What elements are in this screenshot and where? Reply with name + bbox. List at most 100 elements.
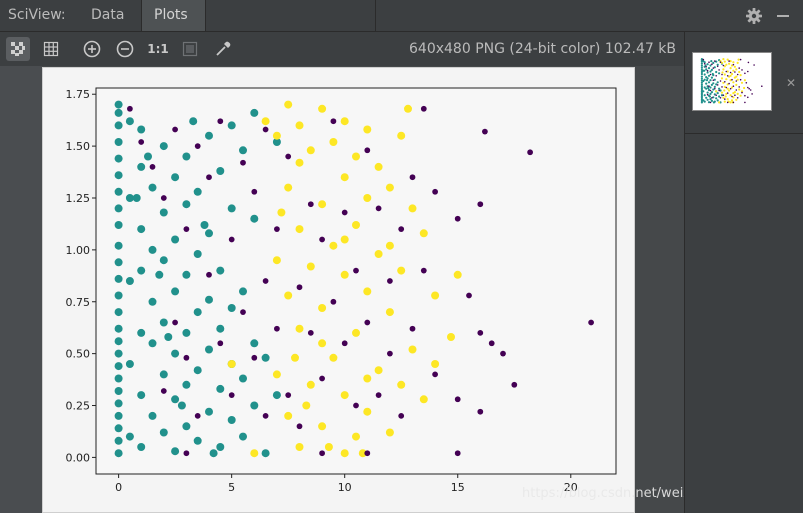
scatter-point — [137, 391, 146, 400]
tab-separator — [375, 0, 376, 31]
scatter-point — [454, 396, 461, 403]
scatter-point — [722, 64, 725, 67]
scatter-point — [734, 94, 736, 96]
scatter-point — [272, 370, 281, 379]
scatter-point — [375, 392, 382, 398]
scatter-point — [182, 380, 191, 389]
scatter-point — [374, 162, 383, 171]
scatter-point — [159, 428, 168, 437]
scatter-point — [710, 68, 713, 71]
scatter-point — [711, 97, 713, 99]
scatter-point — [732, 85, 735, 87]
scatter-point — [200, 221, 209, 229]
scatter-point — [319, 375, 325, 382]
scatter-point — [713, 85, 716, 88]
scatter-point — [291, 353, 299, 362]
scatter-point — [159, 370, 168, 379]
scatter-point — [364, 147, 371, 154]
grid-button[interactable] — [39, 37, 63, 61]
scatter-point — [172, 126, 178, 133]
tab-data[interactable]: Data — [78, 0, 137, 31]
scatter-point — [206, 174, 212, 181]
minimize-icon[interactable] — [774, 7, 792, 25]
scatter-point — [159, 256, 168, 265]
scatter-point — [189, 117, 198, 126]
panel-divider — [684, 133, 803, 134]
plot-image[interactable]: 0 5 10 15 20 0.00 0.25 0.50 0.75 1.00 1.25 1.50 1.75 — [42, 67, 635, 513]
scatter-point — [284, 100, 293, 109]
scatter-point — [374, 366, 383, 375]
scatter-point — [284, 183, 293, 192]
scatter-point — [454, 215, 461, 222]
scatter-point — [375, 205, 382, 212]
scatter-point — [718, 87, 721, 90]
scatter-point — [715, 90, 718, 93]
scatter-point — [730, 99, 734, 102]
scatter-point — [385, 428, 394, 437]
scatter-point — [164, 333, 173, 341]
scatter-point — [363, 125, 372, 134]
scatter-point — [306, 262, 315, 271]
scatter-point — [160, 388, 167, 394]
scatter-point — [295, 324, 304, 333]
zoom-in-button[interactable] — [80, 37, 104, 61]
scatter-point — [723, 100, 726, 103]
scatter-point — [319, 236, 325, 243]
scatter-point — [114, 411, 123, 420]
scatter-point — [137, 225, 146, 234]
grid-icon — [43, 41, 59, 57]
scatter-point — [431, 291, 440, 300]
scatter-point — [747, 86, 749, 89]
scatter-point — [404, 104, 412, 113]
scatter-point — [707, 81, 711, 84]
scatter-point — [227, 416, 236, 424]
chessboard-button[interactable] — [6, 37, 30, 61]
scatter-point — [296, 423, 303, 430]
scatter-point — [724, 98, 726, 100]
scatter-point — [706, 93, 709, 96]
y-tick-label: 0.50 — [66, 348, 91, 361]
scatter-point — [700, 81, 703, 84]
scatter-point — [227, 360, 236, 368]
scatter-point — [725, 86, 728, 89]
actual-size-button[interactable]: 1:1 — [146, 37, 170, 61]
scatter-point — [741, 69, 743, 71]
scatter-point — [183, 226, 190, 232]
tab-plots[interactable]: Plots — [141, 0, 205, 31]
fit-button[interactable] — [178, 37, 202, 61]
scatter-point — [735, 89, 738, 91]
scatter-point — [114, 204, 123, 213]
plot-thumbnail[interactable] — [692, 52, 772, 111]
scatter-point — [488, 340, 495, 347]
zoom-out-button[interactable] — [113, 37, 137, 61]
scatter-point — [715, 97, 718, 100]
scatter-point — [709, 79, 712, 82]
scatter-point — [711, 72, 714, 76]
scatter-point — [739, 94, 742, 97]
color-picker-button[interactable] — [211, 37, 235, 61]
scatter-point — [177, 401, 186, 410]
scatter-point — [398, 226, 405, 232]
scatter-point — [721, 71, 724, 74]
scatter-point — [114, 324, 123, 333]
scatter-point — [703, 73, 706, 76]
scatter-point — [731, 95, 733, 98]
scatter-point — [250, 401, 259, 410]
tab-separator — [141, 0, 142, 31]
scatter-point — [718, 95, 721, 98]
scatter-point — [341, 340, 348, 347]
close-icon[interactable]: ✕ — [786, 76, 796, 90]
scatter-point — [729, 67, 732, 70]
scatter-point — [712, 67, 715, 69]
scatter-point — [706, 71, 709, 74]
scatter-point — [183, 354, 190, 361]
x-tick-label: 5 — [228, 481, 235, 494]
scatter-point — [285, 153, 292, 160]
gear-icon[interactable] — [745, 7, 763, 25]
scatter-point — [274, 226, 280, 232]
fit-icon — [182, 41, 198, 57]
scatter-point — [114, 337, 123, 346]
scatter-point — [454, 450, 461, 457]
tab-separator — [205, 0, 206, 31]
scatter-point — [171, 395, 180, 404]
